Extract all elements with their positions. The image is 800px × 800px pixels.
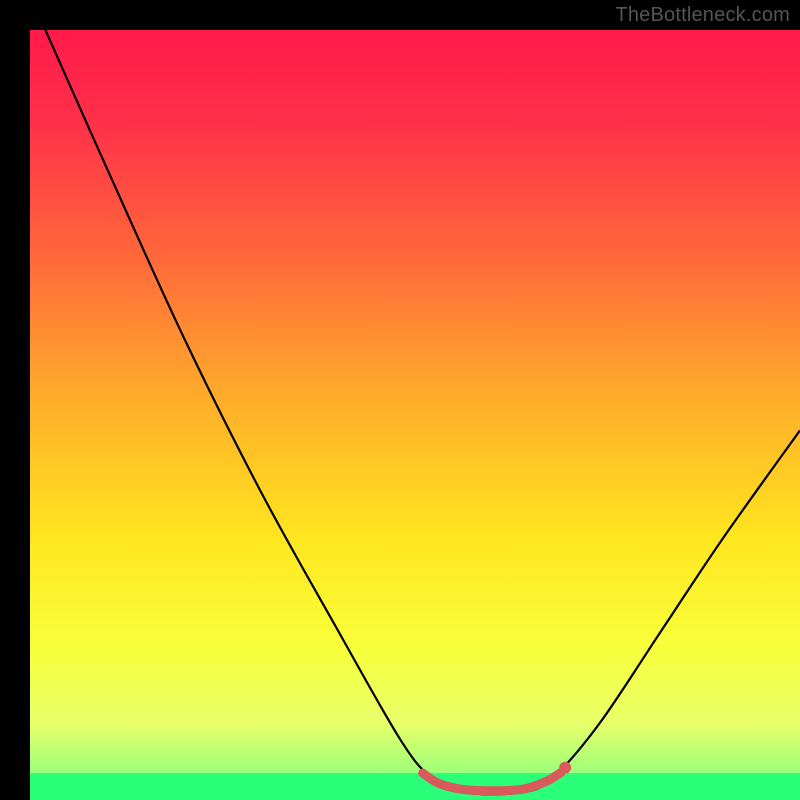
optimal-band (30, 773, 800, 800)
watermark-text: TheBottleneck.com (615, 4, 790, 27)
current-point-marker (559, 762, 571, 774)
bottleneck-chart (0, 0, 800, 800)
chart-frame: TheBottleneck.com (0, 0, 800, 800)
plot-background (30, 30, 800, 800)
